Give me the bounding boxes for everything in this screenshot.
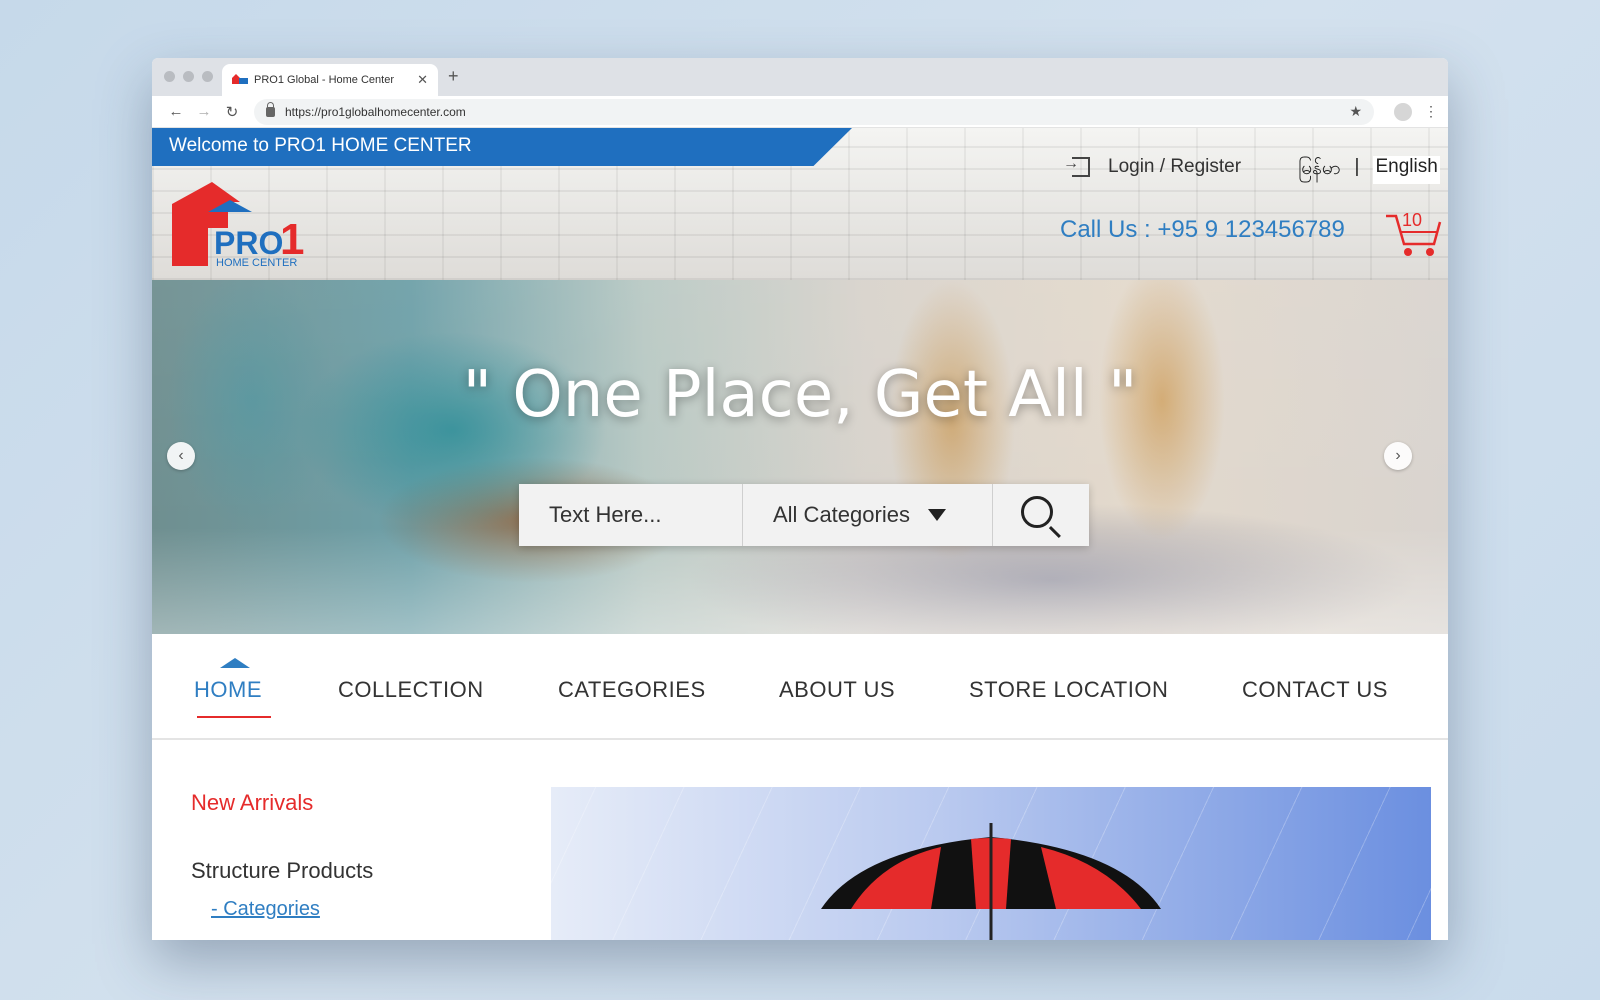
- search-input[interactable]: [519, 484, 743, 546]
- product-search-bar: All Categories: [519, 484, 1089, 546]
- search-button[interactable]: [993, 484, 1089, 546]
- language-switcher: မြန်မာ | English: [1298, 156, 1440, 184]
- nav-categories[interactable]: CATEGORIES: [558, 677, 706, 703]
- address-bar[interactable]: https://pro1globalhomecenter.com ★: [254, 98, 1374, 125]
- web-page: Welcome to PRO1 HOME CENTER Login / Regi…: [152, 128, 1448, 940]
- lang-english[interactable]: English: [1373, 156, 1440, 184]
- call-us-text[interactable]: Call Us : +95 9 123456789: [1060, 216, 1345, 244]
- lang-separator: |: [1354, 156, 1360, 177]
- forward-icon[interactable]: →: [190, 103, 218, 120]
- carousel-next-button[interactable]: ›: [1384, 442, 1412, 470]
- favicon-icon: [232, 74, 248, 86]
- profile-avatar[interactable]: [1394, 102, 1412, 121]
- tab-strip: PRO1 Global - Home Center ✕ +: [152, 58, 1448, 96]
- new-tab-button[interactable]: +: [448, 66, 459, 87]
- umbrella-image: [821, 823, 1161, 940]
- lang-myanmar[interactable]: မြန်မာ: [1298, 156, 1341, 184]
- browser-toolbar: ← → ↻ https://pro1globalhomecenter.com ★…: [152, 96, 1448, 128]
- caret-down-icon: [927, 509, 946, 521]
- site-header: Welcome to PRO1 HOME CENTER Login / Regi…: [152, 128, 1448, 280]
- browser-tab[interactable]: PRO1 Global - Home Center ✕: [222, 64, 438, 96]
- active-underline: [197, 716, 271, 718]
- cart-count-badge: 10: [1402, 210, 1423, 230]
- login-icon: [1063, 155, 1090, 177]
- active-indicator-triangle: [220, 658, 250, 668]
- bookmark-star-icon[interactable]: ★: [1349, 103, 1362, 120]
- nav-about-us[interactable]: ABOUT US: [779, 677, 895, 703]
- login-register-link[interactable]: Login / Register: [1063, 155, 1242, 178]
- search-icon: [1021, 496, 1053, 528]
- browser-window: PRO1 Global - Home Center ✕ + ← → ↻ http…: [152, 58, 1448, 940]
- carousel-prev-button[interactable]: ‹: [167, 442, 195, 470]
- close-window-dot[interactable]: [164, 71, 175, 82]
- window-controls: [164, 71, 213, 82]
- back-icon[interactable]: ←: [162, 103, 190, 120]
- hero-slogan: " One Place, Get All ": [462, 358, 1138, 432]
- pro1-logo[interactable]: PRO 1 HOME CENTER: [168, 180, 308, 272]
- logo-text: PRO: [214, 225, 283, 261]
- hero-banner: " One Place, Get All " ‹ › All Categorie…: [152, 280, 1448, 634]
- nav-contact-us[interactable]: CONTACT US: [1242, 677, 1388, 703]
- tab-title: PRO1 Global - Home Center: [254, 74, 394, 86]
- promo-banner[interactable]: [551, 787, 1431, 940]
- nav-collection[interactable]: COLLECTION: [338, 677, 484, 703]
- url-text[interactable]: https://pro1globalhomecenter.com: [285, 105, 1349, 119]
- minimize-window-dot[interactable]: [183, 71, 194, 82]
- category-select[interactable]: All Categories: [743, 484, 993, 546]
- reload-icon[interactable]: ↻: [218, 103, 246, 121]
- browser-menu-icon[interactable]: ⋮: [1424, 103, 1438, 120]
- logo-subtitle: HOME CENTER: [216, 257, 297, 269]
- sidebar-structure-products[interactable]: Structure Products: [191, 858, 373, 884]
- main-content: New Arrivals Structure Products - Catego…: [152, 740, 1448, 940]
- close-tab-icon[interactable]: ✕: [417, 72, 428, 88]
- main-navigation: HOME COLLECTION CATEGORIES ABOUT US STOR…: [152, 634, 1448, 740]
- sidebar-new-arrivals[interactable]: New Arrivals: [191, 790, 313, 816]
- sidebar-categories-link[interactable]: - Categories: [211, 898, 320, 921]
- category-select-label: All Categories: [773, 502, 910, 527]
- lock-icon: [266, 101, 275, 117]
- welcome-banner: Welcome to PRO1 HOME CENTER: [152, 128, 852, 166]
- maximize-window-dot[interactable]: [202, 71, 213, 82]
- nav-store-location[interactable]: STORE LOCATION: [969, 677, 1168, 703]
- nav-home[interactable]: HOME: [194, 677, 262, 703]
- login-label: Login / Register: [1108, 156, 1242, 177]
- hero-overlay: [152, 280, 1448, 634]
